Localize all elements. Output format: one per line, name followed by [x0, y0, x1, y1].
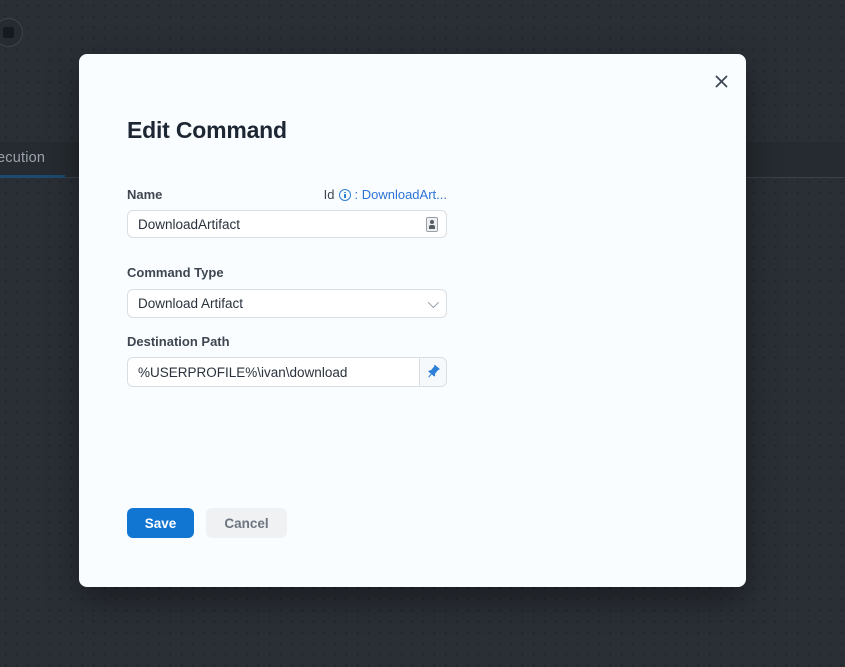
cancel-button[interactable]: Cancel [206, 508, 287, 538]
autofill-icon[interactable] [426, 217, 438, 232]
destination-path-input-wrap [127, 357, 447, 387]
id-label: Id [324, 187, 335, 202]
name-label: Name [127, 187, 162, 202]
dialog-title: Edit Command [127, 117, 287, 144]
info-icon[interactable] [339, 189, 351, 201]
name-input[interactable] [128, 217, 426, 232]
command-id-link[interactable]: : DownloadArt... [355, 187, 448, 202]
name-input-wrap [127, 210, 447, 238]
name-label-row: Name Id : DownloadArt... [127, 187, 447, 202]
destination-path-input[interactable] [128, 365, 419, 380]
close-button[interactable] [710, 70, 732, 92]
stop-icon [3, 27, 14, 38]
command-type-label: Command Type [127, 265, 224, 280]
destination-path-label: Destination Path [127, 334, 230, 349]
pin-icon [422, 361, 445, 384]
tab-execution[interactable]: ecution [0, 150, 45, 166]
command-type-select[interactable]: Download Artifact [127, 289, 447, 318]
chevron-down-icon [428, 296, 439, 307]
dialog-actions: Save Cancel [127, 508, 287, 538]
command-type-selected-value: Download Artifact [138, 296, 243, 311]
stop-button[interactable] [0, 18, 23, 47]
close-icon [715, 75, 728, 88]
save-button[interactable]: Save [127, 508, 194, 538]
active-tab-indicator [0, 175, 65, 178]
command-id-group: Id : DownloadArt... [324, 187, 447, 202]
path-picker-button[interactable] [419, 358, 446, 386]
edit-command-dialog: Edit Command Name Id : DownloadArt... Co… [79, 54, 746, 587]
